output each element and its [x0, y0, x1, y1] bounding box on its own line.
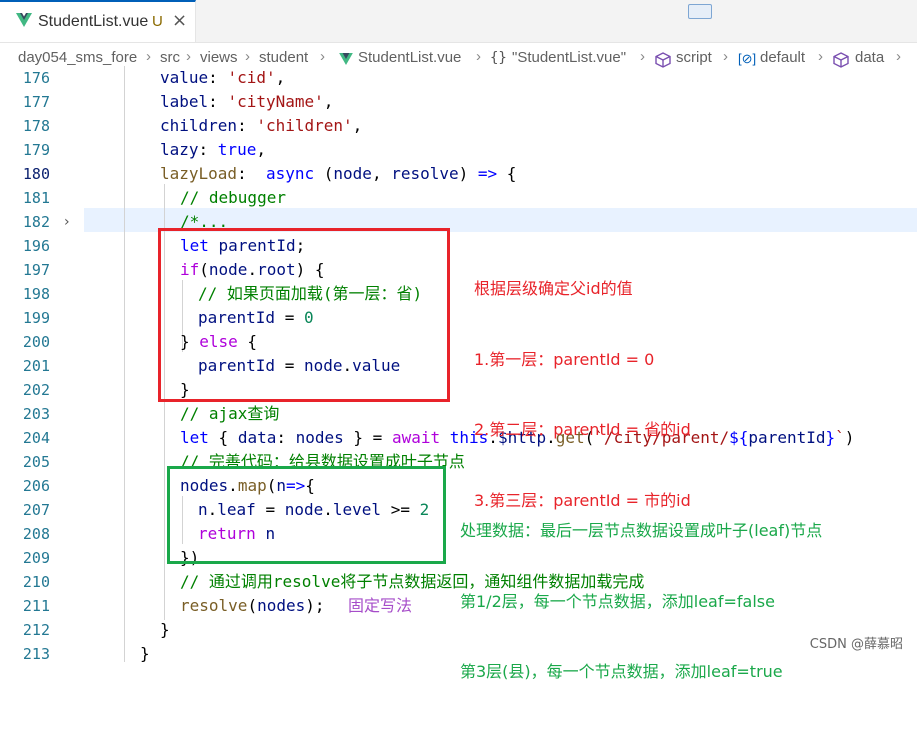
line-number: 181	[22, 189, 50, 207]
breadcrumb-file[interactable]: StudentList.vue	[358, 49, 461, 66]
close-icon[interactable]: ×	[172, 10, 187, 31]
code-editor[interactable]: 176 value: 'cid', 177 label: 'cityName',…	[0, 66, 917, 681]
line-number: 202	[22, 381, 50, 399]
line-number: 180	[22, 165, 50, 183]
line-number: 198	[22, 285, 50, 303]
code-line: 204 let { data: nodes } = await this.$ht…	[0, 426, 917, 450]
code-line: 181 // debugger	[0, 186, 917, 210]
code-comment: // ajax查询	[180, 404, 280, 423]
code-line: 177 label: 'cityName',	[0, 90, 917, 114]
line-number: 213	[22, 645, 50, 663]
code-text: lazyLoad: async (node, resolve) => {	[160, 164, 517, 183]
code-text: }	[160, 620, 170, 639]
annotation-note-green: 处理数据：最后一层节点数据设置成叶子(leaf)节点 第1/2层，每一个节点数据…	[460, 472, 822, 731]
line-number: 207	[22, 501, 50, 519]
breadcrumb-folder-student[interactable]: student	[259, 49, 308, 66]
breadcrumb-script[interactable]: script	[676, 49, 712, 66]
line-number: 196	[22, 237, 50, 255]
code-line: 200 } else {	[0, 330, 917, 354]
line-number: 201	[22, 357, 50, 375]
annotation-line: 处理数据：最后一层节点数据设置成叶子(leaf)节点	[460, 521, 823, 540]
code-line: 202 }	[0, 378, 917, 402]
breadcrumb-data[interactable]: data	[855, 49, 884, 66]
breadcrumb-separator: ›	[896, 48, 901, 65]
line-number: 210	[22, 573, 50, 591]
code-text: label: 'cityName',	[160, 92, 334, 111]
breadcrumb-default[interactable]: default	[760, 49, 805, 66]
line-number: 209	[22, 549, 50, 567]
code-comment: // debugger	[180, 188, 286, 207]
vue-file-icon	[339, 53, 353, 65]
line-number: 200	[22, 333, 50, 351]
code-line-active: 180 lazyLoad: async (node, resolve) => {	[0, 162, 917, 186]
tab-bar: StudentList.vue U ×	[0, 0, 917, 43]
code-line: 176 value: 'cid',	[0, 66, 917, 90]
code-line: 205 // 完善代码：给县数据设置成叶子节点	[0, 450, 917, 474]
line-number: 178	[22, 117, 50, 135]
breadcrumb-separator: ›	[476, 48, 481, 65]
code-line: 203 // ajax查询	[0, 402, 917, 426]
line-number: 176	[22, 69, 50, 87]
tab-title: StudentList.vue	[38, 13, 149, 30]
code-text: }	[140, 644, 150, 663]
annotation-note-purple: 固定写法	[348, 596, 413, 615]
line-number: 204	[22, 429, 50, 447]
annotation-line: 第1/2层，每一个节点数据，添加leaf=false	[460, 591, 775, 611]
breadcrumb-folder-src[interactable]: src	[160, 49, 180, 66]
code-line: 199 parentId = 0	[0, 306, 917, 330]
code-line: 196 let parentId;	[0, 234, 917, 258]
breadcrumb-separator: ›	[186, 48, 191, 65]
annotation-line: 第3层(县)，每一个节点数据，添加leaf=true	[460, 662, 783, 681]
line-number: 212	[22, 621, 50, 639]
line-number: 177	[22, 93, 50, 111]
tab-studentlist-vue[interactable]: StudentList.vue U ×	[0, 0, 196, 42]
braces-icon: {}	[490, 50, 507, 66]
chevron-right-icon[interactable]: ›	[64, 210, 70, 234]
line-number: 203	[22, 405, 50, 423]
tab-untracked-badge: U	[152, 13, 163, 30]
line-number: 179	[22, 141, 50, 159]
line-number: 208	[22, 525, 50, 543]
breadcrumb-folder-root[interactable]: day054_sms_fore	[18, 49, 137, 66]
code-line: 198 // 如果页面加载(第一层：省)	[0, 282, 917, 306]
breadcrumb-separator: ›	[146, 48, 151, 65]
code-line: 178 children: 'children',	[0, 114, 917, 138]
breadcrumb-separator: ›	[818, 48, 823, 65]
line-number: 206	[22, 477, 50, 495]
annotation-box-red	[158, 228, 450, 402]
breadcrumb-separator: ›	[723, 48, 728, 65]
code-text: lazy: true,	[160, 140, 266, 159]
keyboard-icon	[688, 4, 712, 19]
line-number: 182	[22, 213, 50, 231]
code-text: resolve(nodes);	[180, 596, 325, 615]
code-line-folded: 182 › /*...	[0, 210, 917, 234]
breadcrumb-separator: ›	[245, 48, 250, 65]
watermark: CSDN @薛慕昭	[809, 637, 903, 652]
variable-icon: [⊘]	[738, 51, 757, 66]
line-number: 197	[22, 261, 50, 279]
line-number: 211	[22, 597, 50, 615]
code-text: value: 'cid',	[160, 68, 286, 87]
annotation-box-green	[167, 466, 446, 564]
annotation-line: 1.第一层：parentId = 0	[474, 349, 655, 369]
annotation-line: 根据层级确定父id的值	[474, 279, 633, 298]
breadcrumb-separator: ›	[320, 48, 325, 65]
breadcrumb-folder-views[interactable]: views	[200, 49, 238, 66]
annotation-line: 2.第二层：parentId = 省的id	[474, 420, 691, 439]
code-line: 179 lazy: true,	[0, 138, 917, 162]
breadcrumb-module[interactable]: "StudentList.vue"	[512, 49, 626, 66]
breadcrumb-separator: ›	[640, 48, 645, 65]
code-line: 201 parentId = node.value	[0, 354, 917, 378]
vue-logo-icon	[16, 13, 32, 27]
line-number: 205	[22, 453, 50, 471]
code-line: 197 if(node.root) {	[0, 258, 917, 282]
code-text: children: 'children',	[160, 116, 363, 135]
line-number: 199	[22, 309, 50, 327]
